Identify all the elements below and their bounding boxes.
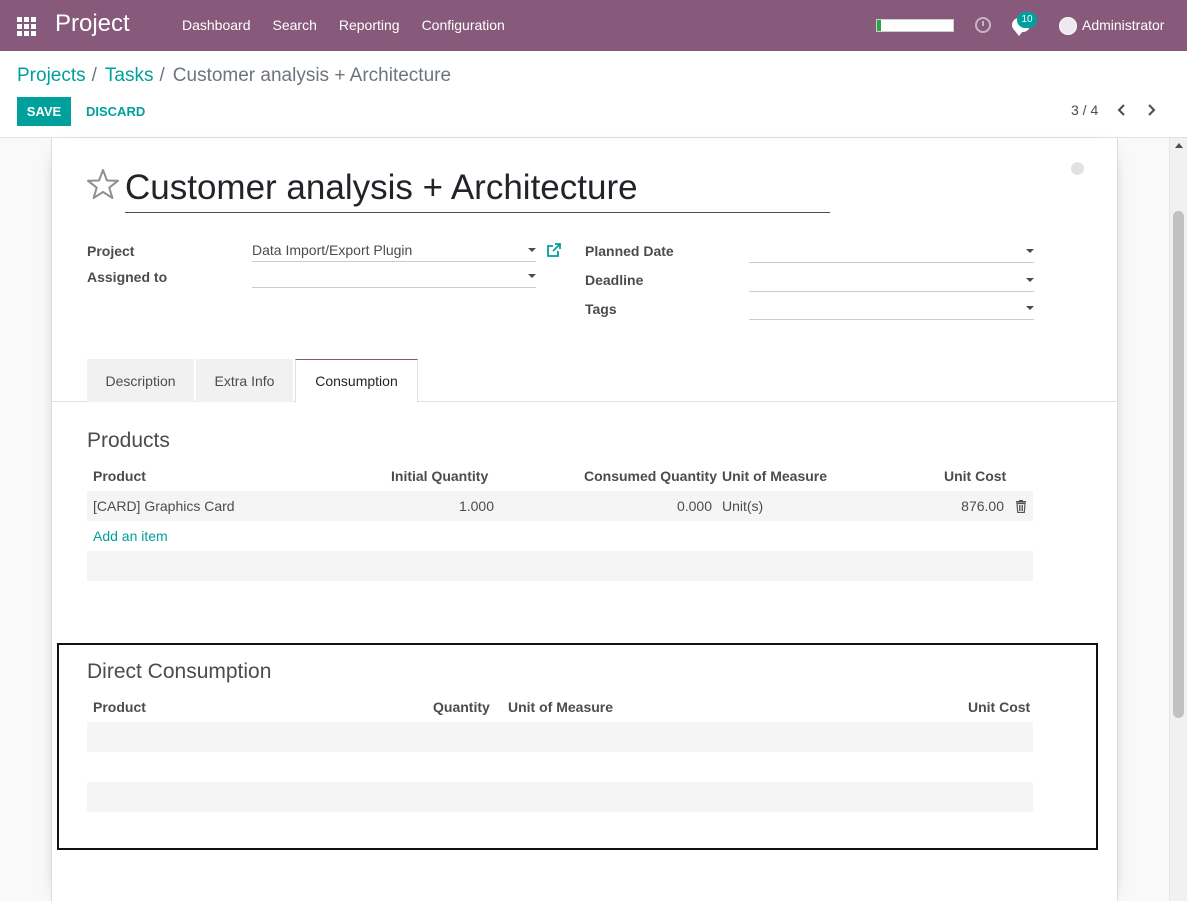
empty-list-row (87, 722, 1033, 752)
project-label: Project (87, 243, 135, 259)
breadcrumb-separator: / (159, 65, 165, 86)
star-icon[interactable] (86, 168, 120, 200)
tab-extra-info[interactable]: Extra Info (196, 359, 293, 402)
empty-list-row (87, 551, 1033, 581)
menu-reporting[interactable]: Reporting (328, 0, 411, 51)
table-row[interactable]: [CARD] Graphics Card 1.000 0.000 Unit(s)… (87, 491, 1033, 521)
main-menu: Dashboard Search Reporting Configuration (171, 0, 516, 51)
assigned-to-label: Assigned to (87, 269, 168, 285)
breadcrumb: Projects / Tasks / Customer analysis + A… (17, 65, 451, 87)
dropdown-caret-icon (1026, 306, 1034, 310)
form-sheet: Project Data Import/Export Plugin Assign… (51, 138, 1119, 901)
add-item-row: Add an item (87, 521, 1033, 551)
progress-fill (877, 20, 881, 31)
apps-menu-icon[interactable] (17, 17, 36, 36)
top-navbar: Project Dashboard Search Reporting Confi… (0, 0, 1187, 51)
direct-consumption-section-title: Direct Consumption (87, 660, 272, 683)
direct-consumption-list-header: Product Quantity Unit of Measure Unit Co… (87, 692, 1033, 722)
empty-list-row (87, 782, 1033, 812)
cell-consumed-quantity: 0.000 (676, 498, 712, 514)
cell-unit-cost: 876.00 (961, 498, 1004, 514)
discard-button[interactable]: DISCARD (83, 97, 148, 126)
tags-label: Tags (585, 301, 617, 317)
column-header-product[interactable]: Product (93, 692, 146, 722)
planned-date-field[interactable] (749, 241, 1034, 263)
kanban-state-indicator[interactable] (1071, 162, 1084, 175)
chevron-left-icon (1117, 104, 1125, 116)
deadline-label: Deadline (585, 272, 644, 288)
dropdown-caret-icon (1026, 278, 1034, 282)
tab-description[interactable]: Description (87, 359, 194, 402)
project-value: Data Import/Export Plugin (252, 242, 413, 258)
products-list-header: Product Initial Quantity Consumed Quanti… (87, 461, 1033, 491)
add-an-item-link[interactable]: Add an item (93, 521, 168, 551)
breadcrumb-projects[interactable]: Projects (17, 65, 86, 87)
column-header-unit-cost[interactable]: Unit Cost (944, 461, 1006, 491)
pager-next-button[interactable] (1144, 103, 1158, 117)
tab-consumption[interactable]: Consumption (295, 359, 418, 403)
notebook-tabs: Description Extra Info Consumption (52, 359, 1119, 403)
task-title-input[interactable] (125, 163, 830, 213)
dropdown-caret-icon (1026, 249, 1034, 253)
breadcrumb-current: Customer analysis + Architecture (172, 65, 452, 86)
messages-count-badge: 10 (1017, 12, 1037, 28)
page-scrollbar[interactable] (1169, 138, 1187, 901)
empty-list-row (87, 752, 1033, 782)
cell-initial-quantity: 1.000 (458, 498, 494, 514)
trash-icon[interactable] (1015, 500, 1027, 513)
column-header-product[interactable]: Product (93, 461, 146, 491)
menu-configuration[interactable]: Configuration (411, 0, 516, 51)
column-header-initial-quantity[interactable]: Initial Quantity (391, 461, 488, 491)
user-avatar[interactable] (1059, 17, 1077, 35)
scroll-up-arrow-icon[interactable] (1175, 143, 1183, 148)
loading-progress-bar (876, 19, 954, 32)
activity-clock-icon[interactable] (975, 17, 991, 33)
save-button[interactable]: SAVE (17, 97, 71, 126)
column-header-consumed-quantity[interactable]: Consumed Quantity (584, 461, 717, 491)
project-field[interactable]: Data Import/Export Plugin (252, 240, 536, 262)
control-panel: Projects / Tasks / Customer analysis + A… (0, 51, 1187, 138)
dropdown-caret-icon (528, 274, 536, 278)
user-menu[interactable]: Administrator (1082, 0, 1164, 51)
cell-product: [CARD] Graphics Card (93, 498, 235, 514)
breadcrumb-separator: / (91, 65, 97, 86)
column-header-unit-of-measure[interactable]: Unit of Measure (508, 692, 613, 722)
scrollbar-thumb[interactable] (1173, 211, 1184, 718)
column-header-unit-of-measure[interactable]: Unit of Measure (722, 461, 827, 491)
pager-previous-button[interactable] (1115, 103, 1129, 117)
planned-date-label: Planned Date (585, 243, 674, 259)
menu-search[interactable]: Search (262, 0, 328, 51)
cell-unit-of-measure: Unit(s) (722, 498, 764, 514)
assigned-to-field[interactable] (252, 266, 536, 288)
external-link-icon[interactable] (547, 243, 561, 257)
chevron-right-icon (1148, 104, 1156, 116)
column-header-quantity[interactable]: Quantity (433, 692, 490, 722)
breadcrumb-tasks[interactable]: Tasks (105, 65, 154, 87)
deadline-field[interactable] (749, 270, 1034, 292)
dropdown-caret-icon (528, 248, 536, 252)
app-brand[interactable]: Project (55, 10, 130, 38)
tags-field[interactable] (749, 298, 1034, 320)
column-header-unit-cost[interactable]: Unit Cost (968, 692, 1030, 722)
products-section-title: Products (87, 429, 170, 452)
pager-value[interactable]: 3 / 4 (1071, 102, 1098, 118)
menu-dashboard[interactable]: Dashboard (171, 0, 262, 51)
